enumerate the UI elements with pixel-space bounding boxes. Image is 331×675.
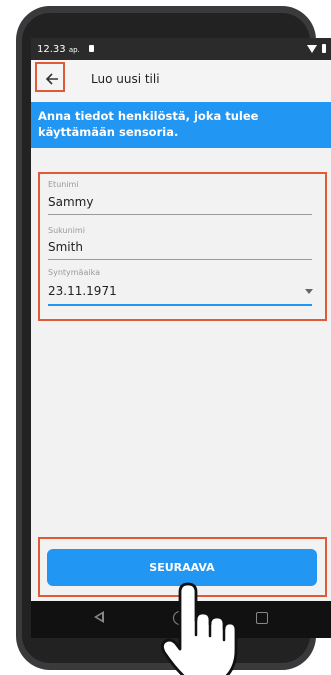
page-title: Luo uusi tili [91, 72, 160, 86]
status-time-value: 12.33 [37, 44, 66, 55]
info-banner: Anna tiedot henkilöstä, joka tulee käytt… [31, 102, 331, 148]
app-bar: Luo uusi tili [31, 60, 331, 102]
status-ampm: ap. [68, 46, 80, 54]
status-time: 12.33 ap. [37, 44, 80, 55]
back-triangle-inner [97, 614, 102, 620]
phone-screen: 12.33 ap. Luo uusi tili Anna tiedot henk… [31, 38, 331, 638]
status-bar: 12.33 ap. [31, 38, 331, 60]
back-button[interactable] [37, 64, 67, 94]
form-highlight [38, 172, 327, 321]
banner-text: Anna tiedot henkilöstä, joka tulee käytt… [38, 109, 259, 139]
recents-square-icon[interactable] [256, 612, 268, 624]
wifi-icon [307, 45, 317, 53]
sim-icon [89, 45, 94, 52]
battery-icon [322, 44, 326, 53]
arrow-left-icon [45, 73, 58, 85]
pointing-hand-icon [161, 582, 238, 675]
